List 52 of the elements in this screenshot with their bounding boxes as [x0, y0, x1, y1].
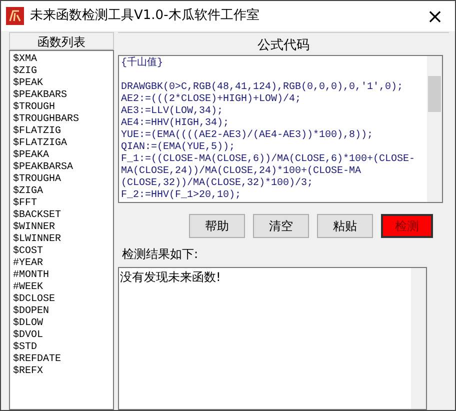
list-item[interactable]: $FFT	[13, 198, 113, 210]
code-line: (CLOSE,32))/MA(CLOSE,32)*100)/3;	[121, 178, 314, 190]
column-header: 函数列表	[9, 32, 114, 50]
list-item[interactable]: $DLOW	[13, 318, 113, 330]
list-item[interactable]: $PEAKBARS	[13, 90, 113, 102]
list-item[interactable]: $ZIGA	[13, 186, 113, 198]
list-item[interactable]: $DCLOSE	[13, 294, 113, 306]
list-item[interactable]: $REFX	[13, 366, 113, 378]
window-title: 未来函数检测工具V1.0-木瓜软件工作室	[30, 7, 260, 26]
list-item[interactable]: $DVOL	[13, 330, 113, 342]
list-item[interactable]: $DOPEN	[13, 306, 113, 318]
code-editor[interactable]	[118, 55, 443, 203]
app-logo-icon	[6, 7, 24, 25]
code-line: F_2:=HHV(F_1>20,10);	[121, 190, 242, 202]
result-box[interactable]: 没有发现未来函数!	[118, 267, 427, 410]
list-item[interactable]: $PEAKBARSA	[13, 162, 113, 174]
code-line: F_1:=((CLOSE-MA(CLOSE,6))/MA(CLOSE,6)*100+(CLOSE-	[121, 154, 416, 166]
list-item[interactable]: $FLATZIGA	[13, 138, 113, 150]
scrollbar[interactable]	[427, 56, 442, 202]
list-item[interactable]: $WINNER	[13, 222, 113, 234]
list-item[interactable]: $TROUGH	[13, 102, 113, 114]
list-item[interactable]: $COST	[13, 246, 113, 258]
list-item[interactable]: $TROUGHA	[13, 174, 113, 186]
code-line: AE2:=(((2*CLOSE)+HIGH)+LOW)/4;	[121, 94, 302, 106]
code-line: AE4:=HHV(HIGH,34);	[121, 118, 230, 130]
result-label: 检测结果如下:	[122, 246, 200, 263]
code-line: QIAN:=(EMA(YUE,5));	[121, 142, 236, 154]
action-button[interactable]: 帮助	[189, 214, 245, 238]
list-item[interactable]: $FLATZIG	[13, 126, 113, 138]
list-item[interactable]: $XMA	[13, 54, 113, 66]
result-text: 没有发现未来函数!	[119, 269, 222, 286]
list-item[interactable]: $PEAK	[13, 78, 113, 90]
code-line: AE3:=LLV(LOW,34);	[121, 106, 224, 118]
code-line: MA(CLOSE,24))/MA(CLOSE,24)*100+(CLOSE-MA	[121, 166, 362, 178]
list-item[interactable]: $BACKSET	[13, 210, 113, 222]
action-button[interactable]: 粘贴	[317, 214, 373, 238]
code-line: {千山值}	[121, 58, 164, 70]
code-line: YUE:=(EMA((((AE2-AE3)/(AE4-AE3))*100),8));	[121, 130, 374, 142]
code-line: DRAWGBK(0>C,RGB(48,41,124),RGB(0,0,0),0,'1',0);	[121, 82, 404, 94]
list-item[interactable]: $PEAKA	[13, 150, 113, 162]
list-item[interactable]: $ZIG	[13, 66, 113, 78]
list-item[interactable]: $LWINNER	[13, 234, 113, 246]
action-button[interactable]: 清空	[253, 214, 309, 238]
list-item[interactable]: $TROUGHBARS	[13, 114, 113, 126]
list-item[interactable]: $STD	[13, 342, 113, 354]
close-button[interactable]: ×	[420, 3, 450, 29]
scrollbar[interactable]	[411, 268, 426, 409]
list-item[interactable]: #MONTH	[13, 270, 113, 282]
function-list[interactable]: $XMA $ZIG $PEAK $PEAKBARS $TROUGH $TROUGHBARS $FLATZIG $FLATZIGA $PEAKA $PEAKBARSA $TROUGHA $ZIGA $FFT $BACKSET $WINNER $LWINNER $COST #YEAR #MONTH #WEEK $DCLOSE $DOPEN $DLOW $DVOL $STD $REFDATE $REFX	[9, 50, 114, 410]
list-item[interactable]: #YEAR	[13, 258, 113, 270]
list-item[interactable]: #WEEK	[13, 282, 113, 294]
list-item[interactable]: $REFDATE	[13, 354, 113, 366]
